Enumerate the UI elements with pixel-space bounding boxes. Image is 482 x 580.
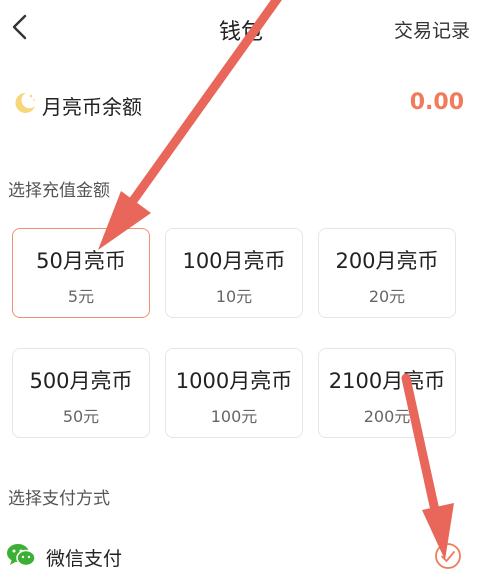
- recharge-option-200[interactable]: 200月亮币 20元: [318, 228, 456, 318]
- recharge-option-100[interactable]: 100月亮币 10元: [165, 228, 303, 318]
- selected-check-icon[interactable]: [434, 542, 462, 570]
- recharge-option-2100[interactable]: 2100月亮币 200元: [318, 348, 456, 438]
- recharge-option-amount: 100月亮币: [182, 249, 286, 273]
- balance-value: 0.00: [409, 90, 464, 115]
- moon-icon: [15, 92, 35, 113]
- recharge-section-title: 选择充值金额: [8, 181, 110, 201]
- payment-section-title: 选择支付方式: [8, 489, 110, 509]
- recharge-option-price: 100元: [210, 407, 258, 426]
- recharge-option-amount: 50月亮币: [36, 249, 126, 273]
- balance-row: 月亮币余额 0.00: [0, 82, 482, 126]
- payment-method-wechat[interactable]: 微信支付: [0, 535, 482, 577]
- balance-label: 月亮币余额: [42, 95, 142, 119]
- recharge-option-price: 200元: [363, 407, 411, 426]
- recharge-option-50[interactable]: 50月亮币 5元: [12, 228, 150, 318]
- recharge-option-amount: 500月亮币: [29, 369, 133, 393]
- payment-method-label: 微信支付: [46, 548, 123, 570]
- wechat-pay-icon: [7, 544, 36, 567]
- recharge-option-price: 5元: [67, 287, 95, 306]
- recharge-option-amount: 1000月亮币: [175, 369, 293, 393]
- transaction-records-link[interactable]: 交易记录: [394, 16, 470, 43]
- header-bar: 钱包 交易记录: [0, 0, 482, 56]
- recharge-option-500[interactable]: 500月亮币 50元: [12, 348, 150, 438]
- recharge-option-price: 20元: [368, 287, 406, 306]
- recharge-option-amount: 200月亮币: [335, 249, 439, 273]
- recharge-option-amount: 2100月亮币: [328, 369, 446, 393]
- recharge-option-price: 10元: [215, 287, 253, 306]
- recharge-option-1000[interactable]: 1000月亮币 100元: [165, 348, 303, 438]
- recharge-option-price: 50元: [62, 407, 100, 426]
